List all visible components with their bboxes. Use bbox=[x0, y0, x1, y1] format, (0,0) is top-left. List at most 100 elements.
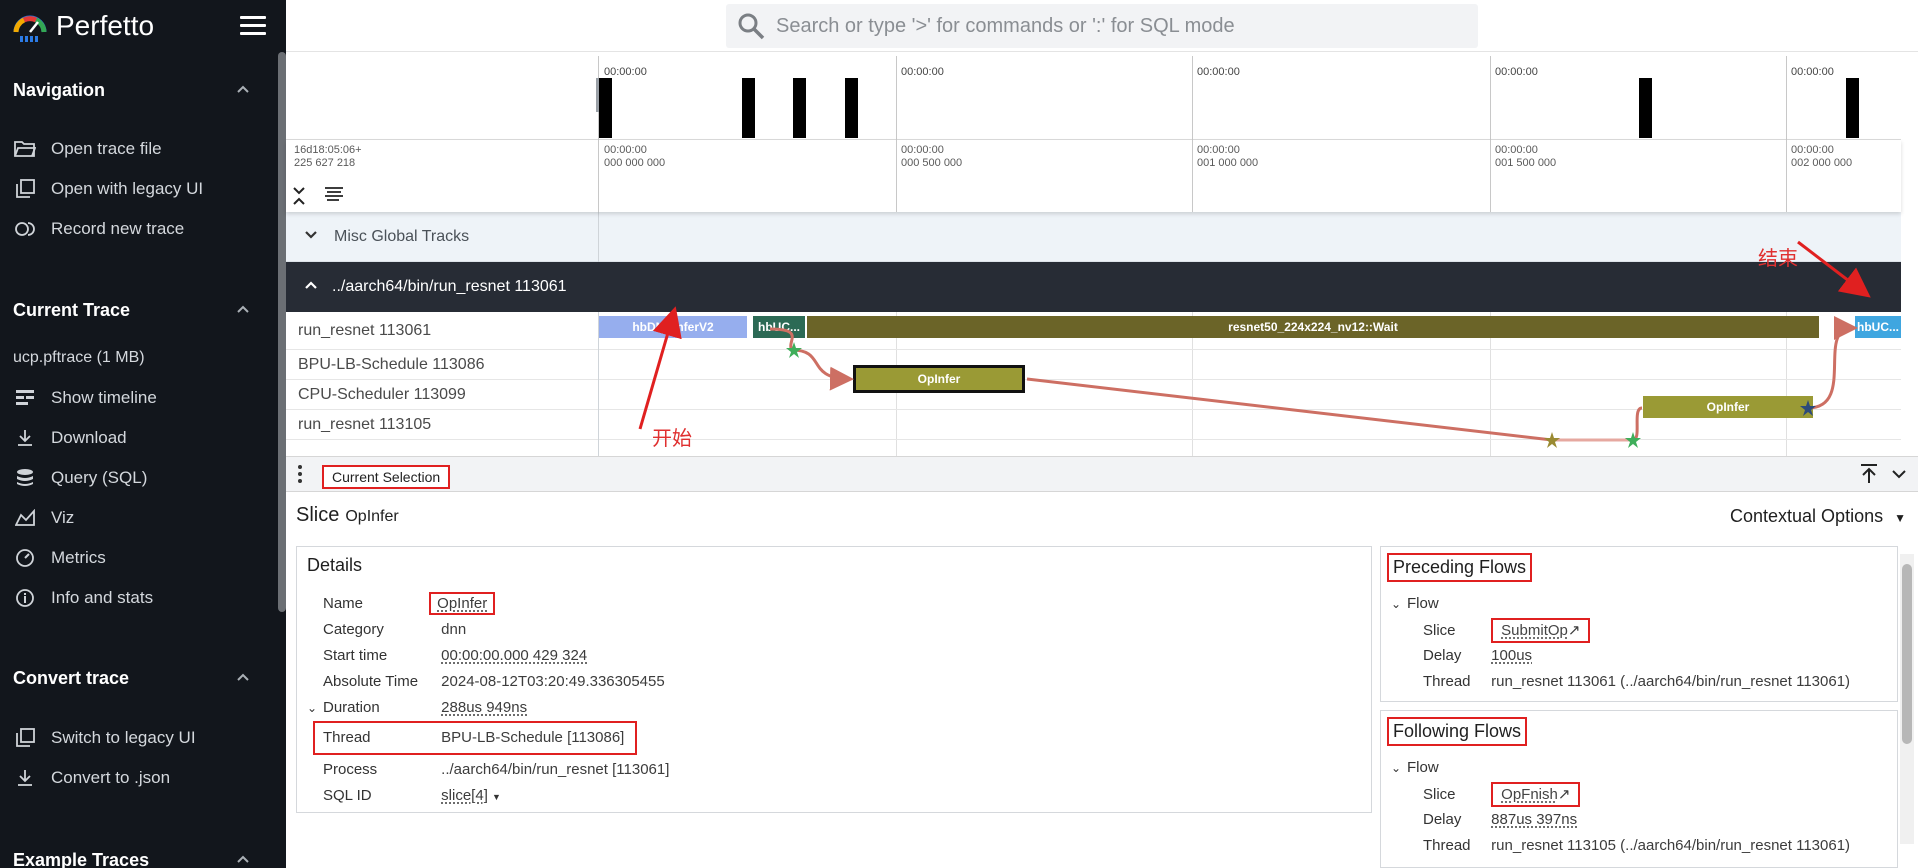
chevron-up-icon[interactable] bbox=[304, 280, 318, 290]
sidebar-item-metrics[interactable]: Metrics bbox=[13, 544, 106, 572]
detail-name-link[interactable]: OpInfer bbox=[429, 592, 496, 615]
sidebar-item-label: Query (SQL) bbox=[51, 468, 148, 487]
area-chart-icon bbox=[13, 506, 37, 530]
overview-activity-bar bbox=[742, 78, 755, 138]
overview-tick bbox=[1490, 56, 1491, 140]
sidebar-item-open-legacy-ui[interactable]: Open with legacy UI bbox=[13, 175, 203, 203]
overview-timeline[interactable]: 00:00:00 00:00:00 00:00:00 00:00:00 00:0… bbox=[286, 56, 1901, 140]
details-scrollbar[interactable] bbox=[1900, 554, 1914, 844]
section-title-current-trace[interactable]: Current Trace bbox=[13, 300, 130, 321]
following-slice-link[interactable]: OpFnish↗ bbox=[1491, 782, 1581, 807]
sidebar-scrollbar[interactable] bbox=[278, 52, 286, 612]
preceding-delay-link[interactable]: 100us bbox=[1491, 647, 1532, 664]
sql-id-link[interactable]: slice[4] bbox=[441, 787, 488, 804]
preceding-flows-section: Preceding Flows ⌄ Flow Slice SubmitOp↗ De… bbox=[1380, 546, 1898, 702]
sidebar-item-viz[interactable]: Viz bbox=[13, 504, 74, 532]
details-section: Details Name OpInfer Category dnn Start … bbox=[296, 546, 1372, 813]
chevron-down-icon[interactable]: ⌄ bbox=[1391, 597, 1407, 611]
sidebar-item-label: Convert to .json bbox=[51, 768, 171, 787]
scrollbar-thumb[interactable] bbox=[1902, 564, 1912, 744]
ruler-origin-label: 16d18:05:06+ 225 627 218 bbox=[294, 144, 362, 169]
tab-current-selection[interactable]: Current Selection bbox=[322, 465, 451, 489]
sidebar-item-record-new-trace[interactable]: Record new trace bbox=[13, 215, 184, 243]
sidebar-item-query-sql[interactable]: Query (SQL) bbox=[13, 464, 147, 492]
flow-row-delay: Delay 887us 397ns bbox=[1423, 811, 1577, 828]
process-track-header[interactable]: ../aarch64/bin/run_resnet 113061 bbox=[286, 262, 1901, 312]
detail-value: BPU-LB-Schedule [113086] bbox=[441, 729, 625, 746]
slice-opinfer-cpu[interactable]: OpInfer bbox=[1643, 396, 1813, 418]
hamburger-menu-icon[interactable] bbox=[240, 16, 266, 38]
overview-activity-bar bbox=[845, 78, 858, 138]
chevron-down-icon[interactable] bbox=[304, 230, 318, 240]
detail-key: Process bbox=[323, 761, 378, 778]
detail-value: run_resnet 113105 (../aarch64/bin/run_re… bbox=[1491, 837, 1851, 854]
time-ruler[interactable]: 16d18:05:06+ 225 627 218 00:00:00 000 00… bbox=[286, 140, 1901, 212]
ruler-label: 00:00:00 002 000 000 bbox=[1791, 144, 1853, 169]
thread-track[interactable]: BPU-LB-Schedule 113086 bbox=[286, 350, 1901, 380]
details-tab-bar: Current Selection bbox=[286, 456, 1918, 492]
thread-track-name: run_resnet 113105 bbox=[298, 416, 432, 433]
detail-key: Thread bbox=[1423, 837, 1471, 854]
detail-key: Duration bbox=[323, 699, 380, 716]
search-input[interactable] bbox=[776, 14, 1456, 38]
collapse-all-icon[interactable] bbox=[292, 186, 306, 206]
ruler-tick bbox=[1192, 140, 1193, 212]
chevron-down-icon[interactable]: ⌄ bbox=[307, 701, 323, 715]
flow-group-toggle[interactable]: ⌄ Flow bbox=[1391, 595, 1439, 612]
more-vert-icon[interactable] bbox=[298, 465, 302, 486]
detail-key: Name bbox=[323, 595, 364, 612]
detail-row-thread: Thread BPU-LB-Schedule [113086] bbox=[313, 721, 637, 755]
caret-down-icon[interactable]: ▼ bbox=[492, 792, 501, 802]
slice-hbdnninferv2[interactable]: hbDNNInferV2 bbox=[599, 316, 747, 338]
chevron-down-icon[interactable]: ⌄ bbox=[1391, 761, 1407, 775]
ruler-tools bbox=[292, 186, 344, 206]
duration-link[interactable]: 288us 949ns bbox=[441, 699, 527, 716]
process-header-label: ../aarch64/bin/run_resnet 113061 bbox=[332, 278, 567, 295]
sort-lines-icon[interactable] bbox=[324, 186, 344, 202]
preceding-flows-title: Preceding Flows bbox=[1387, 553, 1533, 582]
slice-resnet50-wait[interactable]: resnet50_224x224_nv12::Wait bbox=[807, 316, 1819, 338]
selection-name: OpInfer bbox=[345, 508, 399, 525]
track-shell-divider bbox=[598, 212, 599, 262]
detail-key: SQL ID bbox=[323, 787, 372, 804]
detail-row-duration[interactable]: ⌄ Duration 288us 949ns bbox=[307, 699, 527, 716]
chevron-up-icon[interactable] bbox=[236, 82, 250, 96]
download-icon bbox=[13, 426, 37, 450]
chevron-down-icon[interactable] bbox=[1890, 463, 1908, 485]
section-title-navigation[interactable]: Navigation bbox=[13, 80, 105, 101]
sidebar-item-info-and-stats[interactable]: Info and stats bbox=[13, 584, 153, 612]
maximize-panel-icon[interactable] bbox=[1858, 463, 1880, 485]
ruler-tick bbox=[1786, 140, 1787, 212]
start-time-link[interactable]: 00:00:00.000 429 324 bbox=[441, 647, 587, 664]
flow-row-delay: Delay 100us bbox=[1423, 647, 1532, 664]
slice-hbuc-end[interactable]: hbUC... bbox=[1855, 316, 1901, 338]
omnibox[interactable] bbox=[726, 4, 1478, 48]
brand[interactable]: Perfetto bbox=[12, 8, 154, 44]
details-section-title: Details bbox=[307, 555, 363, 575]
sidebar-item-open-trace-file[interactable]: Open trace file bbox=[13, 135, 162, 163]
following-delay-link[interactable]: 887us 397ns bbox=[1491, 811, 1577, 828]
current-trace-name: ucp.pftrace (1 MB) bbox=[13, 349, 145, 366]
flow-row-slice: Slice OpFnish↗ bbox=[1423, 782, 1581, 807]
contextual-options-button[interactable]: Contextual Options ▼ bbox=[1730, 506, 1906, 527]
sidebar: Perfetto Navigation Open trace file Open… bbox=[0, 0, 286, 868]
ruler-label: 00:00:00 001 000 000 bbox=[1197, 144, 1259, 169]
preceding-slice-name: SubmitOp bbox=[1501, 622, 1568, 639]
sidebar-item-show-timeline[interactable]: Show timeline bbox=[13, 384, 157, 412]
section-title-example-traces[interactable]: Example Traces bbox=[13, 850, 149, 868]
preceding-slice-link[interactable]: SubmitOp↗ bbox=[1491, 618, 1591, 643]
flow-group-toggle[interactable]: ⌄ Flow bbox=[1391, 759, 1439, 776]
misc-global-tracks-group[interactable]: Misc Global Tracks bbox=[286, 212, 1901, 262]
slice-hbuc[interactable]: hbUC... bbox=[753, 316, 805, 338]
database-icon bbox=[13, 466, 37, 490]
section-title-convert-trace[interactable]: Convert trace bbox=[13, 668, 129, 689]
chevron-up-icon[interactable] bbox=[236, 670, 250, 684]
contextual-options-label: Contextual Options bbox=[1730, 506, 1884, 526]
chevron-up-icon[interactable] bbox=[236, 302, 250, 316]
chevron-up-icon[interactable] bbox=[236, 852, 250, 866]
sidebar-item-download[interactable]: Download bbox=[13, 424, 127, 452]
slice-opinfer-selected[interactable]: OpInfer bbox=[853, 365, 1025, 393]
info-icon bbox=[13, 586, 37, 610]
sidebar-item-convert-json[interactable]: Convert to .json bbox=[13, 764, 170, 792]
sidebar-item-switch-legacy-ui[interactable]: Switch to legacy UI bbox=[13, 724, 196, 752]
